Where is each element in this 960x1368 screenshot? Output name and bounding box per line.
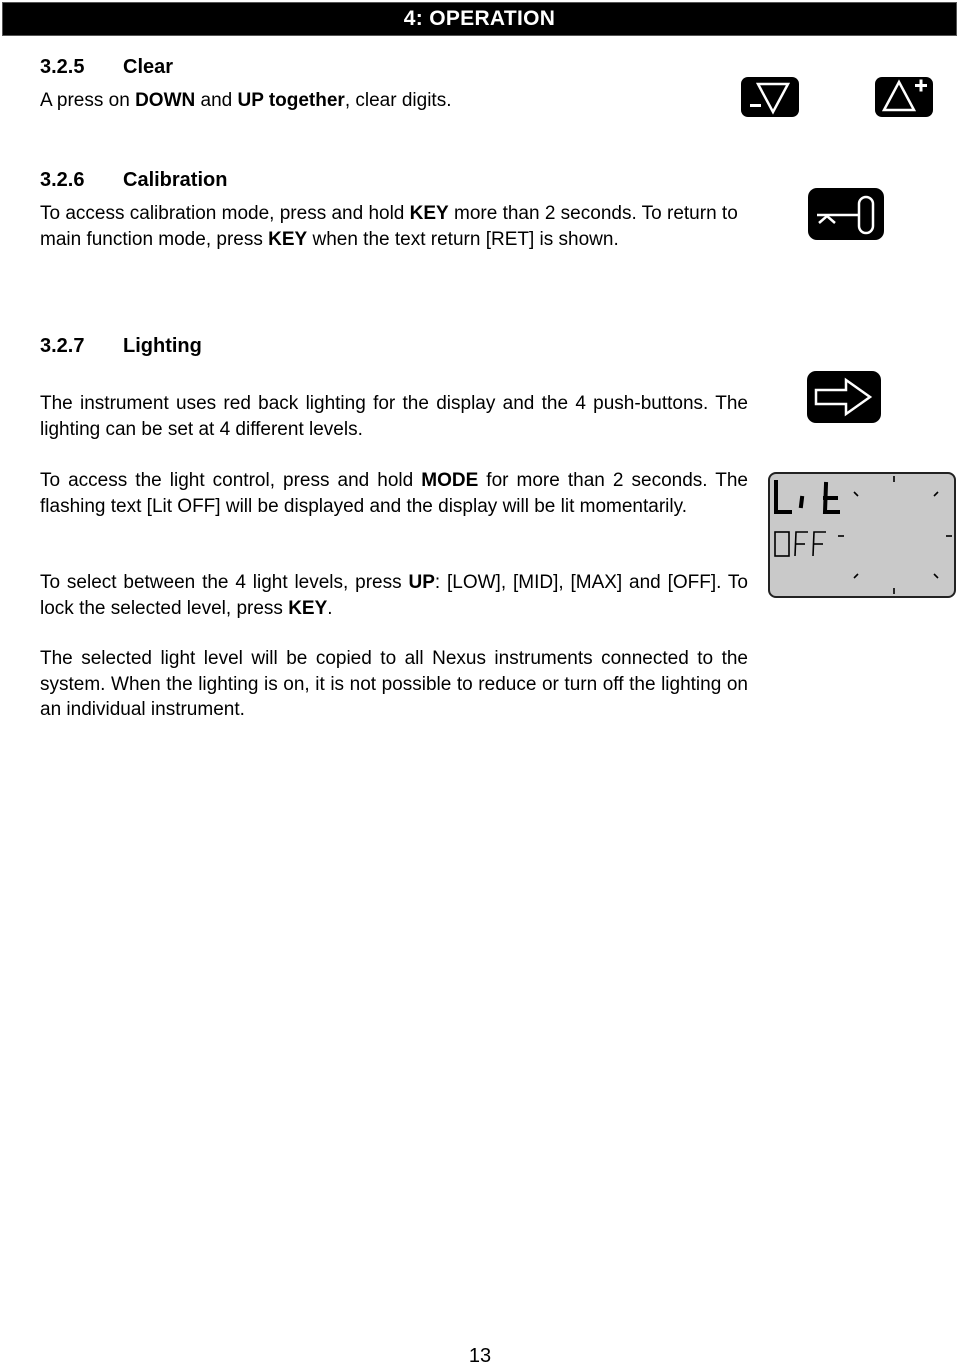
section-title: Calibration: [123, 169, 228, 191]
chapter-header-bar: 4: OPERATION: [2, 2, 957, 36]
paragraph-calibration: To access calibration mode, press and ho…: [40, 201, 748, 252]
mode-arrow-button-icon: [807, 371, 881, 423]
chapter-title: 4: OPERATION: [403, 7, 556, 30]
bold-term: UP: [408, 572, 435, 593]
text-run: , clear digits.: [344, 90, 452, 111]
section-heading-clear: 3.2.5 Clear: [40, 56, 173, 79]
text-run: The selected light level will be copied …: [40, 648, 748, 720]
paragraph-clear: A press on DOWN and UP together, clear d…: [40, 88, 748, 114]
paragraph-lighting-intro: The instrument uses red back lighting fo…: [40, 391, 748, 442]
section-heading-lighting: 3.2.7 Lighting: [40, 335, 202, 358]
paragraph-lighting-access: To access the light control, press and h…: [40, 468, 748, 519]
page-number: 13: [468, 1345, 492, 1367]
text-run: A press on: [40, 90, 136, 111]
text-run: and: [195, 90, 238, 111]
lcd-line1-lit: [774, 480, 840, 514]
text-run: To access calibration mode, press and ho…: [40, 203, 410, 224]
key-button-icon: [808, 188, 884, 240]
section-heading-calibration: 3.2.6 Calibration: [40, 169, 227, 192]
text-run: To access the light control, press and h…: [40, 470, 422, 491]
up-plus-button-icon: [875, 77, 933, 117]
bold-term: KEY: [409, 203, 449, 224]
lcd-segments: [774, 476, 952, 594]
text-run: To select between the 4 light levels, pr…: [40, 572, 409, 593]
bold-term: UP together: [237, 90, 345, 111]
lcd-compass-ticks: [838, 476, 952, 594]
bold-term: DOWN: [135, 90, 196, 111]
section-number: 3.2.6: [40, 169, 85, 191]
bold-term: KEY: [288, 597, 328, 619]
paragraph-lighting-select: To select between the 4 light levels, pr…: [40, 570, 748, 621]
bold-term: KEY: [268, 228, 308, 250]
section-number: 3.2.7: [40, 335, 85, 357]
lcd-line2-off: [774, 531, 826, 557]
paragraph-lighting-network: The selected light level will be copied …: [40, 646, 748, 723]
lcd-display: [768, 472, 956, 598]
text-run: The instrument uses red back lighting fo…: [40, 393, 748, 440]
text-run: .: [327, 597, 333, 619]
bold-term: MODE: [421, 470, 479, 491]
section-title: Clear: [123, 56, 174, 78]
section-number: 3.2.5: [40, 56, 85, 78]
section-title: Lighting: [123, 335, 202, 357]
text-run: when the text return [RET] is shown.: [307, 228, 619, 250]
down-minus-button-icon: [741, 77, 799, 117]
